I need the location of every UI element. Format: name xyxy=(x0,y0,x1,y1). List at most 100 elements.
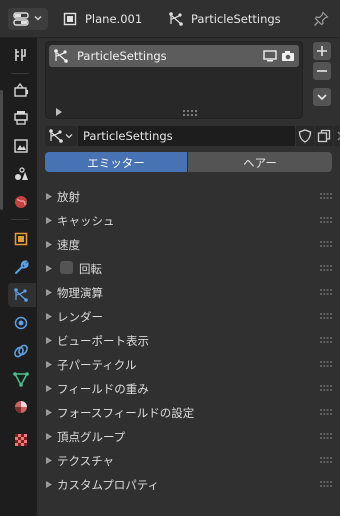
drag-grip-icon[interactable] xyxy=(320,265,332,271)
remove-particle-system-button[interactable] xyxy=(313,62,331,80)
texture-icon xyxy=(15,434,27,446)
constraints-icon xyxy=(14,344,28,358)
drag-grip-icon[interactable] xyxy=(320,457,332,463)
particles-icon xyxy=(49,129,63,143)
collapse-arrow-icon xyxy=(46,193,52,200)
properties-tab-bar xyxy=(0,38,37,516)
panel-custom-properties[interactable]: カスタムプロパティ xyxy=(45,473,332,495)
panel-rotation[interactable]: 回転 xyxy=(45,257,332,279)
minus-icon xyxy=(317,70,327,72)
particle-settings-name-field[interactable]: ParticleSettings xyxy=(78,126,295,146)
particles-icon xyxy=(54,49,68,63)
drag-grip-icon[interactable] xyxy=(320,385,332,391)
collapse-arrow-icon xyxy=(46,313,52,320)
panel-label: 速度 xyxy=(57,238,80,252)
panel-force-field-settings[interactable]: フォースフィールドの設定 xyxy=(45,401,332,423)
collapse-arrow-icon xyxy=(46,409,52,416)
drag-grip-icon[interactable] xyxy=(320,433,332,439)
tab-constraints[interactable] xyxy=(8,339,36,363)
shield-icon xyxy=(298,129,312,143)
modifier-wrench-icon xyxy=(15,260,29,274)
panel-cache[interactable]: キャッシュ xyxy=(45,209,332,231)
particle-properties-panel: ParticleSettings ParticleSettings エミッター … xyxy=(37,38,340,516)
camera-icon[interactable] xyxy=(281,49,295,63)
tab-physics[interactable] xyxy=(8,311,36,335)
render-icon xyxy=(14,82,28,97)
panel-render[interactable]: レンダー xyxy=(45,305,332,327)
panel-label: ビューポート表示 xyxy=(57,334,149,348)
properties-header: Plane.001 ParticleSettings xyxy=(0,0,340,38)
panel-textures[interactable]: テクスチャ xyxy=(45,449,332,471)
drag-grip-icon[interactable] xyxy=(320,481,332,487)
panel-field-weights[interactable]: フィールドの重み xyxy=(45,377,332,399)
fake-user-button[interactable] xyxy=(296,126,314,146)
tab-modifiers[interactable] xyxy=(8,255,36,279)
panel-label: フォースフィールドの設定 xyxy=(57,406,195,420)
panel-label: 子パーティクル xyxy=(57,358,137,372)
panel-vertex-groups[interactable]: 頂点グループ xyxy=(45,425,332,447)
drag-grip-icon[interactable] xyxy=(320,313,332,319)
tab-material[interactable] xyxy=(8,395,36,419)
collapse-arrow-icon xyxy=(46,361,52,368)
rotation-checkbox[interactable] xyxy=(60,261,73,274)
object-square-icon xyxy=(63,12,77,26)
drag-grip-icon[interactable] xyxy=(320,361,332,367)
tab-world[interactable] xyxy=(8,190,36,214)
breadcrumb-particle-settings: ParticleSettings xyxy=(191,12,281,26)
panel-label: 物理演算 xyxy=(57,286,103,300)
collapse-arrow-icon xyxy=(46,217,52,224)
drag-grip-icon[interactable] xyxy=(320,217,332,223)
emitter-type-button[interactable]: エミッター xyxy=(45,152,187,172)
particles-icon xyxy=(14,288,28,302)
duplicate-datablock-button[interactable] xyxy=(315,126,333,146)
expand-triangle-icon[interactable] xyxy=(56,108,62,116)
panel-velocity[interactable]: 速度 xyxy=(45,233,332,255)
tab-object[interactable] xyxy=(8,227,36,251)
editor-type-dropdown[interactable] xyxy=(8,8,48,30)
pin-icon[interactable] xyxy=(313,11,329,27)
particle-system-list[interactable]: ParticleSettings xyxy=(45,41,303,119)
drag-grip-icon[interactable] xyxy=(320,289,332,295)
add-particle-system-button[interactable] xyxy=(313,42,331,60)
list-item[interactable]: ParticleSettings xyxy=(49,45,299,67)
list-specials-menu-button[interactable] xyxy=(313,88,331,106)
unlink-datablock-button[interactable] xyxy=(334,126,340,146)
tab-object-data[interactable] xyxy=(8,367,36,391)
hair-type-button[interactable]: ヘアー xyxy=(188,152,332,172)
resize-grip-icon[interactable] xyxy=(183,110,197,116)
panel-label: 頂点グループ xyxy=(57,430,126,444)
panel-label: レンダー xyxy=(57,310,103,324)
browse-particle-settings-button[interactable] xyxy=(45,126,77,146)
collapse-arrow-icon xyxy=(46,337,52,344)
tab-tool[interactable] xyxy=(8,43,36,67)
tab-view-layer[interactable] xyxy=(8,134,36,158)
object-icon xyxy=(14,232,28,246)
panel-children[interactable]: 子パーティクル xyxy=(45,353,332,375)
tab-render[interactable] xyxy=(8,78,36,102)
panel-label: 回転 xyxy=(79,262,102,276)
plus-icon xyxy=(317,46,327,56)
drag-grip-icon[interactable] xyxy=(320,193,332,199)
drag-grip-icon[interactable] xyxy=(320,409,332,415)
panel-viewport-display[interactable]: ビューポート表示 xyxy=(45,329,332,351)
scene-icon xyxy=(15,167,28,180)
panel-label: 放射 xyxy=(57,190,80,204)
panel-label: キャッシュ xyxy=(57,214,115,228)
panel-emission[interactable]: 放射 xyxy=(45,185,332,207)
tab-particles[interactable] xyxy=(8,283,36,307)
tab-scene[interactable] xyxy=(8,162,36,186)
drag-grip-icon[interactable] xyxy=(320,337,332,343)
chevron-down-icon xyxy=(34,15,42,21)
properties-editor-icon xyxy=(13,12,29,26)
collapse-arrow-icon xyxy=(46,457,52,464)
chevron-down-icon xyxy=(317,94,327,101)
tab-texture[interactable] xyxy=(8,428,36,452)
left-edge-scrollbar[interactable] xyxy=(0,90,3,210)
panel-physics[interactable]: 物理演算 xyxy=(45,281,332,303)
tab-output[interactable] xyxy=(8,106,36,130)
monitor-icon[interactable] xyxy=(263,49,277,63)
collapse-arrow-icon xyxy=(46,241,52,248)
world-icon xyxy=(15,196,27,208)
duplicate-icon xyxy=(317,129,331,143)
drag-grip-icon[interactable] xyxy=(320,241,332,247)
